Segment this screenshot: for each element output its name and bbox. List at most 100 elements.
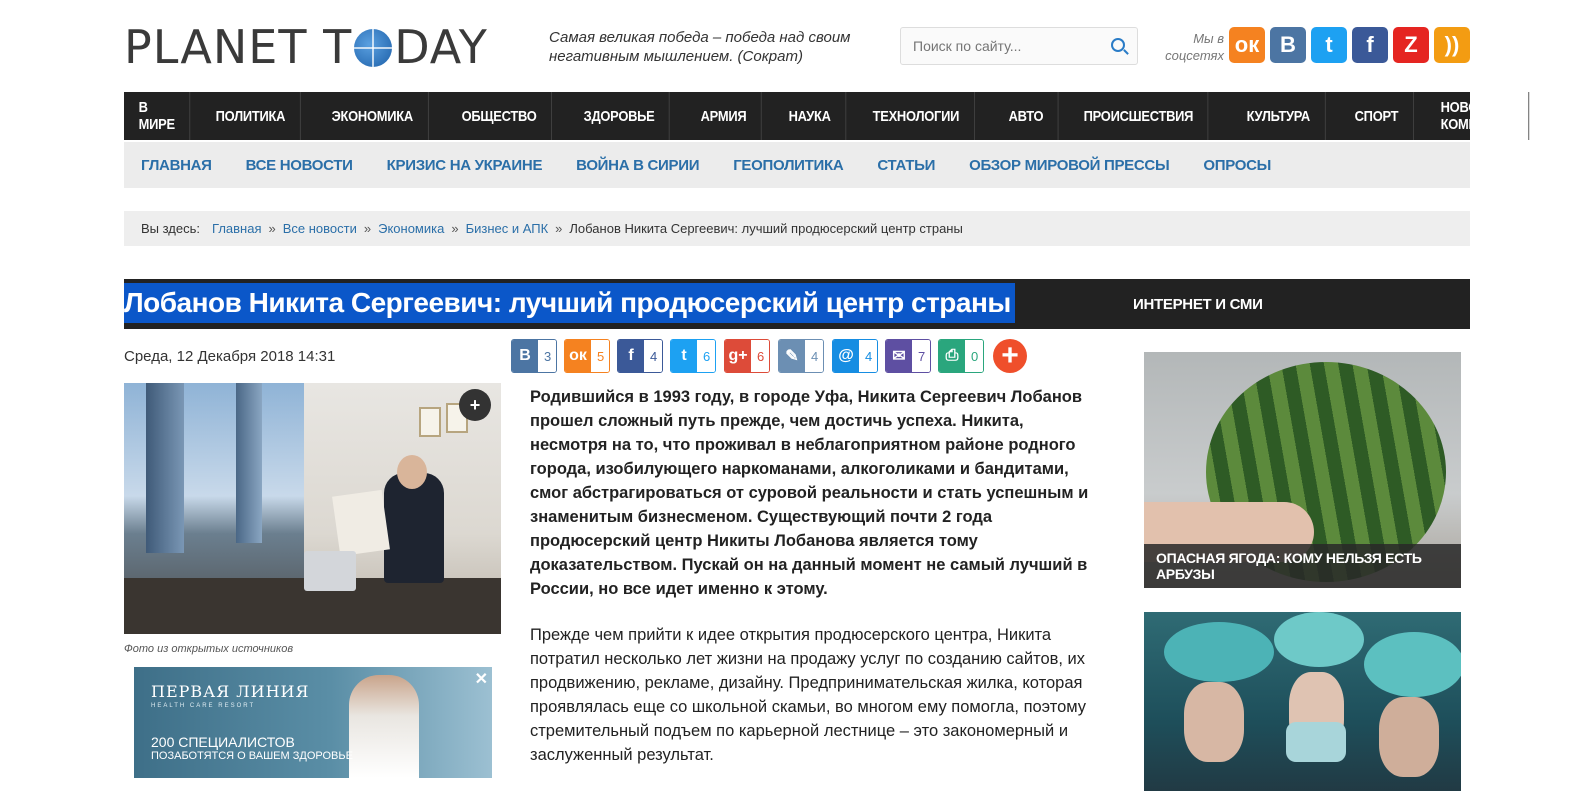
mailru-icon: @ bbox=[833, 340, 859, 372]
article-photo[interactable]: + bbox=[124, 383, 501, 634]
odnoklassniki-icon[interactable]: ок bbox=[1229, 27, 1265, 63]
breadcrumb-separator: » bbox=[363, 221, 372, 236]
share-livejournal-button[interactable]: ✎ 4 bbox=[778, 339, 825, 373]
surgical-mask bbox=[1286, 722, 1346, 762]
article-date: Среда, 12 Декабря 2018 14:31 bbox=[124, 348, 336, 365]
sub-nav-item[interactable]: ГЕОПОЛИТИКА bbox=[716, 157, 860, 174]
person-head bbox=[397, 455, 427, 489]
sidebar-heading[interactable]: ИНТЕРНЕТ И СМИ bbox=[1133, 296, 1263, 313]
sidebar-card-surgeons[interactable] bbox=[1144, 612, 1461, 791]
search-box[interactable] bbox=[900, 27, 1138, 65]
share-count: 7 bbox=[912, 340, 931, 372]
share-twitter-button[interactable]: t6 bbox=[670, 339, 717, 373]
sub-nav-item[interactable]: ВОЙНА В СИРИИ bbox=[559, 157, 716, 174]
share-googleplus-button[interactable]: g+ 6 bbox=[724, 339, 771, 373]
share-count: 4 bbox=[805, 340, 824, 372]
share-print-button[interactable]: ⎙ 0 bbox=[938, 339, 985, 373]
surgeon-cap bbox=[1274, 612, 1364, 667]
main-nav: В МИРЕ ПОЛИТИКА ЭКОНОМИКА ОБЩЕСТВО ЗДОРОВЬЕ А… bbox=[124, 92, 1530, 140]
twitter-icon: t bbox=[671, 340, 697, 372]
main-nav-item[interactable]: НАУКА bbox=[774, 92, 847, 140]
share-ok-button[interactable]: ок 5 bbox=[564, 339, 611, 373]
search-input[interactable] bbox=[901, 28, 1101, 64]
twitter-icon[interactable]: t bbox=[1311, 27, 1347, 63]
breadcrumb-separator: » bbox=[268, 221, 276, 236]
print-icon: ⎙ bbox=[939, 340, 965, 372]
breadcrumb-link[interactable]: Бизнес и АПК bbox=[466, 221, 549, 236]
vk-icon: В bbox=[512, 340, 538, 372]
header-quote: Самая великая победа – победа над своим … bbox=[549, 29, 851, 65]
wall-frame bbox=[419, 407, 441, 437]
breadcrumb-link[interactable]: Главная bbox=[212, 221, 261, 236]
breadcrumb-link[interactable]: Все новости bbox=[283, 221, 357, 236]
surgeon-face bbox=[1184, 682, 1244, 762]
sidebar-card-caption[interactable]: ОПАСНАЯ ЯГОДА: КОМУ НЕЛЬЗЯ ЕСТЬ АРБУЗЫ bbox=[1144, 544, 1461, 588]
advertisement[interactable]: ПЕРВАЯ ЛИНИЯ HEALTH CARE RESORT 200 СПЕЦ… bbox=[134, 667, 492, 778]
vkontakte-icon[interactable]: В bbox=[1270, 27, 1306, 63]
ok-icon: ок bbox=[565, 340, 591, 372]
surgeon-face bbox=[1379, 697, 1439, 777]
main-nav-item[interactable]: ЗДОРОВЬЕ bbox=[569, 92, 670, 140]
share-facebook-button[interactable]: f4 bbox=[617, 339, 664, 373]
zoom-in-icon[interactable]: + bbox=[459, 389, 491, 421]
share-count: 3 bbox=[538, 340, 557, 372]
globe-icon bbox=[354, 29, 393, 67]
main-nav-item[interactable]: ЭКОНОМИКА bbox=[317, 92, 429, 140]
ad-doctor-image bbox=[349, 675, 419, 778]
sidebar-card-watermelon[interactable]: ОПАСНАЯ ЯГОДА: КОМУ НЕЛЬЗЯ ЕСТЬ АРБУЗЫ bbox=[1144, 352, 1461, 588]
share-mailru-button[interactable]: @4 bbox=[832, 339, 879, 373]
share-count: 5 bbox=[591, 340, 610, 372]
main-nav-item[interactable]: КУЛЬТУРА bbox=[1232, 92, 1326, 140]
skyscraper-shape bbox=[236, 383, 262, 543]
main-nav-item[interactable]: СПОРТ bbox=[1340, 92, 1415, 140]
article-paragraph-2: Прежде чем прийти к идее открытия продюс… bbox=[530, 626, 1087, 764]
email-icon: ✉ bbox=[886, 340, 912, 372]
social-label: Мы в соцсетях bbox=[1165, 31, 1224, 63]
main-nav-item[interactable]: ПРОИСШЕСТВИЯ bbox=[1069, 92, 1209, 140]
share-email-button[interactable]: ✉ 7 bbox=[885, 339, 932, 373]
main-nav-item[interactable]: ТЕХНОЛОГИИ bbox=[858, 92, 975, 140]
facebook-icon[interactable]: f bbox=[1352, 27, 1388, 63]
main-nav-item[interactable]: АРМИЯ bbox=[686, 92, 762, 140]
breadcrumb: Вы здесь: Главная » Все новости » Экономика » Б… bbox=[124, 211, 1470, 246]
sub-nav-item[interactable]: ОПРОСЫ bbox=[1186, 157, 1288, 174]
main-nav-item[interactable]: В МИРЕ bbox=[124, 92, 191, 140]
breadcrumb-link[interactable]: Экономика bbox=[378, 221, 444, 236]
newspaper bbox=[332, 489, 390, 557]
surgeon-cap bbox=[1164, 622, 1274, 682]
skyscraper-shape bbox=[146, 383, 184, 553]
ad-close-icon[interactable]: ✕ bbox=[475, 669, 488, 689]
article-paragraph-1: Родившийся в 1993 году, в городе Уфа, Ни… bbox=[530, 388, 1089, 598]
ad-brand-sub: HEALTH CARE RESORT bbox=[151, 703, 256, 709]
logo-text-part2: DAY bbox=[394, 20, 488, 74]
ad-line-2: ПОЗАБОТЯТСЯ О ВАШЕМ ЗДОРОВЬЕ bbox=[151, 750, 353, 762]
sub-nav-item[interactable]: ВСЕ НОВОСТИ bbox=[229, 157, 370, 174]
share-count: 0 bbox=[965, 340, 984, 372]
breadcrumb-prefix: Вы здесь: bbox=[141, 221, 201, 236]
share-more-button[interactable]: + bbox=[993, 339, 1027, 373]
sub-nav: ГЛАВНАЯ ВСЕ НОВОСТИ КРИЗИС НА УКРАИНЕ ВОЙНА… bbox=[124, 142, 1470, 188]
logo-text-part1: PLANET T bbox=[124, 20, 353, 74]
rss-icon[interactable]: )) bbox=[1434, 27, 1470, 63]
main-nav-item[interactable]: ОБЩЕСТВО bbox=[447, 92, 552, 140]
breadcrumb-separator: » bbox=[555, 221, 563, 236]
share-count: 4 bbox=[644, 340, 663, 372]
share-count: 4 bbox=[859, 340, 878, 372]
sub-nav-item[interactable]: СТАТЬИ bbox=[860, 157, 952, 174]
site-logo[interactable]: PLANET T DAY bbox=[124, 22, 488, 72]
share-vk-button[interactable]: В3 bbox=[511, 339, 558, 373]
search-icon[interactable] bbox=[1111, 38, 1125, 52]
article-title: Лобанов Никита Сергеевич: лучший продюсе… bbox=[124, 283, 1015, 323]
laptop bbox=[304, 551, 356, 591]
main-nav-item[interactable]: ПОЛИТИКА bbox=[201, 92, 301, 140]
facebook-icon: f bbox=[618, 340, 644, 372]
main-nav-item[interactable]: АВТО bbox=[994, 92, 1059, 140]
breadcrumb-separator: » bbox=[451, 221, 459, 236]
sub-nav-item[interactable]: ОБЗОР МИРОВОЙ ПРЕССЫ bbox=[952, 157, 1186, 174]
sub-nav-item[interactable]: ГЛАВНАЯ bbox=[124, 157, 229, 174]
livejournal-icon: ✎ bbox=[779, 340, 805, 372]
zen-icon[interactable]: Z bbox=[1393, 27, 1429, 63]
main-nav-item[interactable]: НОВОСТИ КОМПАНИЙ bbox=[1426, 92, 1530, 140]
sub-nav-item[interactable]: КРИЗИС НА УКРАИНЕ bbox=[370, 157, 559, 174]
googleplus-icon: g+ bbox=[725, 340, 751, 372]
